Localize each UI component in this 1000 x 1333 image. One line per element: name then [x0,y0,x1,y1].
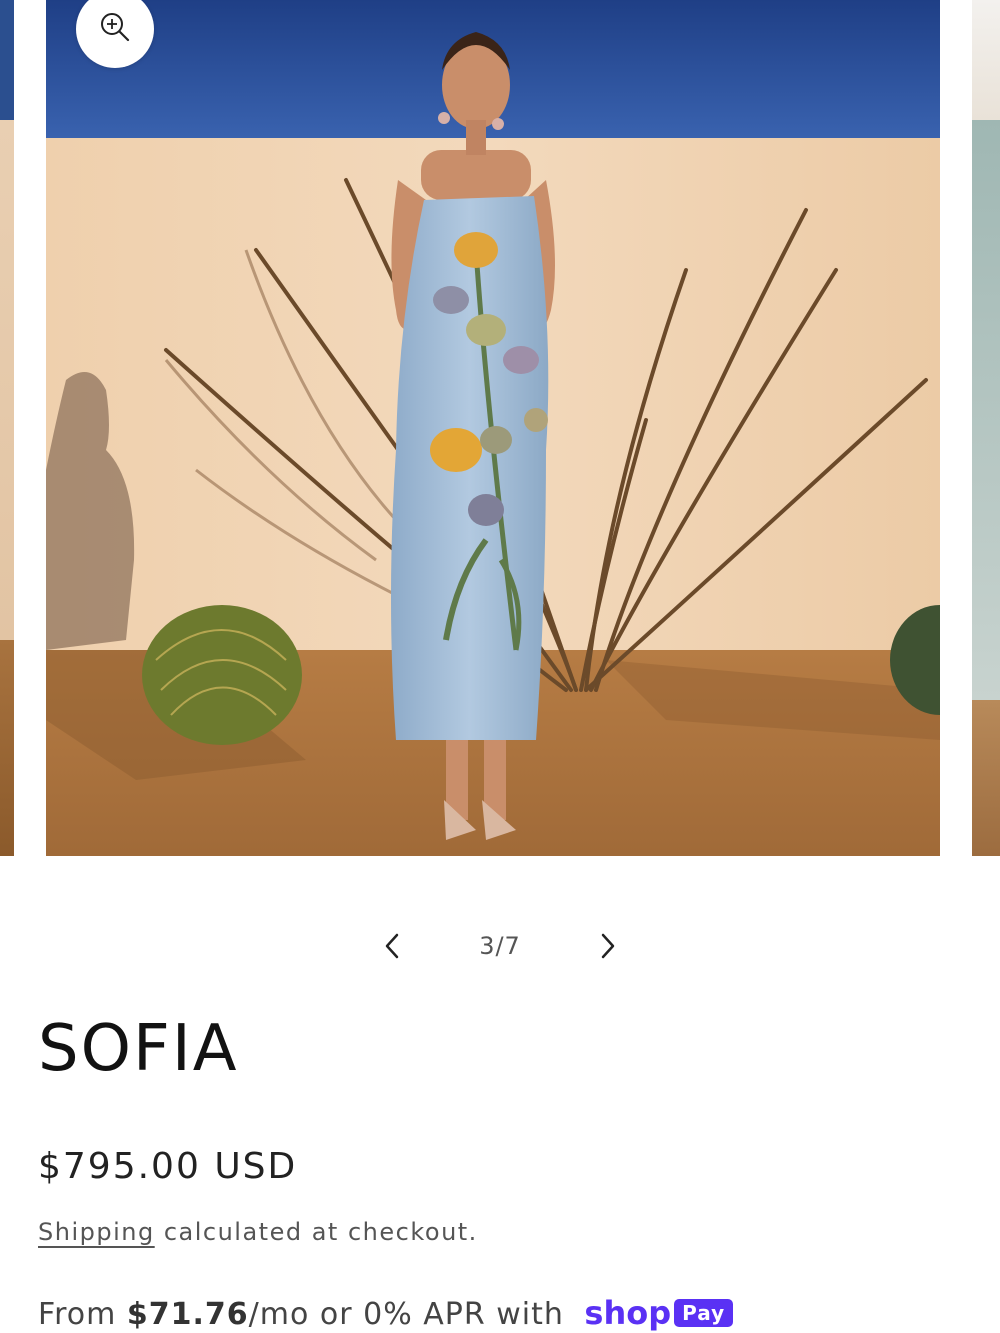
product-image[interactable] [46,0,940,856]
product-photo [46,0,940,856]
product-gallery[interactable] [0,0,1000,856]
next-slide-peek[interactable] [972,0,1000,856]
shop-pay-wordmark: shop [584,1294,672,1332]
slider-controls: 3/7 [360,918,640,978]
shop-pay-badge: Pay [674,1299,734,1327]
shipping-note-text: calculated at checkout. [154,1218,478,1246]
next-slide-button[interactable] [588,928,628,968]
shop-pay-installments[interactable]: From $71.76/mo or 0% APR with shop Pay [38,1294,734,1332]
installment-prefix: From [38,1297,127,1332]
shipping-link[interactable]: Shipping [38,1218,155,1246]
shipping-note: Shipping calculated at checkout. [38,1218,478,1246]
slide-counter: 3/7 [479,932,521,960]
installment-suffix: /mo or 0% APR with [248,1297,575,1332]
product-title: SOFIA [38,1012,239,1086]
product-page: 3/7 SOFIA $795.00 USD Shipping calculate… [0,0,1000,1333]
previous-slide-button[interactable] [372,928,412,968]
shop-pay-logo[interactable]: shop Pay [584,1294,734,1332]
product-price: $795.00 USD [38,1146,298,1187]
zoom-in-icon [99,11,131,47]
chevron-right-icon [598,932,618,964]
chevron-left-icon [382,932,402,964]
installment-amount: $71.76 [126,1297,249,1332]
previous-slide-peek[interactable] [0,0,14,856]
